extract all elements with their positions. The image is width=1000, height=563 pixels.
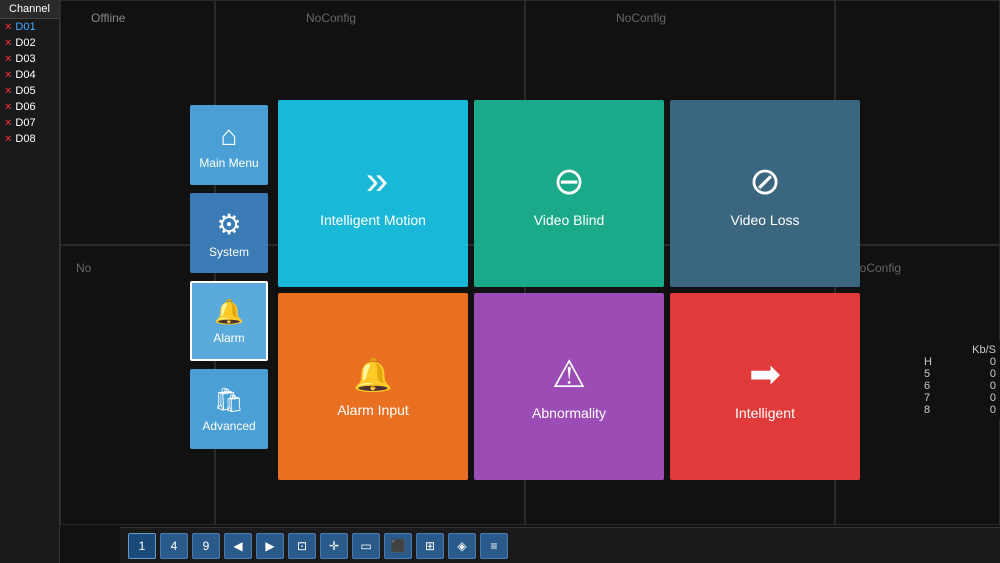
channel-item-d05[interactable]: ✕D05 xyxy=(0,83,59,99)
advanced-label: Advanced xyxy=(202,419,255,433)
stats-row-5: 5 0 xyxy=(924,368,996,380)
mainmenu-label: Main Menu xyxy=(199,156,258,170)
x-mark-icon: ✕ xyxy=(4,118,12,129)
alarm-input-icon: 🔔 xyxy=(353,356,393,394)
x-mark-icon: ✕ xyxy=(4,70,12,81)
video-loss-label: Video Loss xyxy=(730,212,799,228)
video-blind-icon: ⊖ xyxy=(553,159,585,204)
channel-label: D03 xyxy=(15,53,35,65)
left-menu: ⌂ Main Menu ⚙ System 🔔 Alarm 🛍 Advanced xyxy=(190,100,268,480)
prev-page-button[interactable]: ◀ xyxy=(224,533,252,559)
channel-item-d08[interactable]: ✕D08 xyxy=(0,131,59,147)
channel-item-d01[interactable]: ✕D01 xyxy=(0,19,59,35)
monitor-button[interactable]: ⬛ xyxy=(384,533,412,559)
x-mark-icon: ✕ xyxy=(4,22,12,33)
x-mark-icon: ✕ xyxy=(4,134,12,145)
layout-1-button[interactable]: 1 xyxy=(128,533,156,559)
alarm-bell-icon: 🔔 xyxy=(214,298,244,327)
noconfig-label-3: No xyxy=(76,261,91,275)
intelligent-icon: ➡ xyxy=(749,352,781,397)
ptz-button[interactable]: ✛ xyxy=(320,533,348,559)
channel-label: D04 xyxy=(15,69,35,81)
channel-item-d07[interactable]: ✕D07 xyxy=(0,115,59,131)
channel-label: D02 xyxy=(15,37,35,49)
video-loss-button[interactable]: ⊘ Video Loss xyxy=(670,100,860,287)
stats-header-row: Kb/S xyxy=(924,344,996,356)
alarm-button[interactable]: 🔔 Alarm xyxy=(190,281,268,361)
x-mark-icon: ✕ xyxy=(4,38,12,49)
channel-label: D06 xyxy=(15,101,35,113)
main-area: Offline NoConfig NoConfig No NoConfig ⌂ … xyxy=(60,0,1000,563)
stats-col-value: Kb/S xyxy=(972,344,996,356)
record-button[interactable]: ▭ xyxy=(352,533,380,559)
intelligent-button[interactable]: ➡ Intelligent xyxy=(670,293,860,480)
channel-item-d06[interactable]: ✕D06 xyxy=(0,99,59,115)
alarm-input-button[interactable]: 🔔 Alarm Input xyxy=(278,293,468,480)
sidebar-header: Channel xyxy=(0,0,59,19)
system-label: System xyxy=(209,245,249,259)
x-mark-icon: ✕ xyxy=(4,54,12,65)
channel-list: ✕D01✕D02✕D03✕D04✕D05✕D06✕D07✕D08 xyxy=(0,19,59,147)
video-blind-button[interactable]: ⊖ Video Blind xyxy=(474,100,664,287)
capture-button[interactable]: ◈ xyxy=(448,533,476,559)
advanced-icon: 🛍 xyxy=(214,386,244,415)
intelligent-motion-button[interactable]: » Intelligent Motion xyxy=(278,100,468,287)
stats-row-6: 6 0 xyxy=(924,380,996,392)
right-grid: » Intelligent Motion ⊖ Video Blind ⊘ Vid… xyxy=(278,100,860,480)
intelligent-label: Intelligent xyxy=(735,405,795,421)
fullscreen-button[interactable]: ⊡ xyxy=(288,533,316,559)
sidebar: Channel ✕D01✕D02✕D03✕D04✕D05✕D06✕D07✕D08 xyxy=(0,0,60,563)
channel-item-d03[interactable]: ✕D03 xyxy=(0,51,59,67)
noconfig-label-1: NoConfig xyxy=(306,11,356,25)
abnormality-button[interactable]: ⚠ Abnormality xyxy=(474,293,664,480)
alarm-label: Alarm xyxy=(213,331,244,345)
stats-row-8: 8 0 xyxy=(924,404,996,416)
x-mark-icon: ✕ xyxy=(4,102,12,113)
network-button[interactable]: ⊞ xyxy=(416,533,444,559)
layout-4-button[interactable]: 4 xyxy=(160,533,188,559)
offline-label: Offline xyxy=(91,11,125,25)
x-mark-icon: ✕ xyxy=(4,86,12,97)
toolbar: 1 4 9 ◀ ▶ ⊡ ✛ ▭ ⬛ ⊞ ◈ ≡ xyxy=(120,527,1000,563)
video-blind-label: Video Blind xyxy=(534,212,605,228)
channel-label: D07 xyxy=(15,117,35,129)
intelligent-motion-label: Intelligent Motion xyxy=(320,212,426,228)
system-button[interactable]: ⚙ System xyxy=(190,193,268,273)
noconfig-label-2: NoConfig xyxy=(616,11,666,25)
menu-button[interactable]: ≡ xyxy=(480,533,508,559)
video-loss-icon: ⊘ xyxy=(749,159,781,204)
menu-overlay: ⌂ Main Menu ⚙ System 🔔 Alarm 🛍 Advanced … xyxy=(190,100,860,480)
channel-item-d02[interactable]: ✕D02 xyxy=(0,35,59,51)
layout-9-button[interactable]: 9 xyxy=(192,533,220,559)
stats-row-7: 7 0 xyxy=(924,392,996,404)
alarm-input-label: Alarm Input xyxy=(337,402,409,418)
channel-label: D08 xyxy=(15,133,35,145)
abnormality-label: Abnormality xyxy=(532,405,606,421)
advanced-button[interactable]: 🛍 Advanced xyxy=(190,369,268,449)
channel-item-d04[interactable]: ✕D04 xyxy=(0,67,59,83)
channel-label: D05 xyxy=(15,85,35,97)
home-icon: ⌂ xyxy=(221,120,238,152)
stats-panel: Kb/S H 0 5 0 6 0 7 0 8 0 xyxy=(920,340,1000,420)
next-page-button[interactable]: ▶ xyxy=(256,533,284,559)
motion-arrows-icon: » xyxy=(366,159,380,204)
gear-icon: ⚙ xyxy=(216,208,241,241)
mainmenu-button[interactable]: ⌂ Main Menu xyxy=(190,105,268,185)
channel-label: D01 xyxy=(15,21,35,33)
stats-row-h: H 0 xyxy=(924,356,996,368)
abnormality-icon: ⚠ xyxy=(552,352,586,397)
